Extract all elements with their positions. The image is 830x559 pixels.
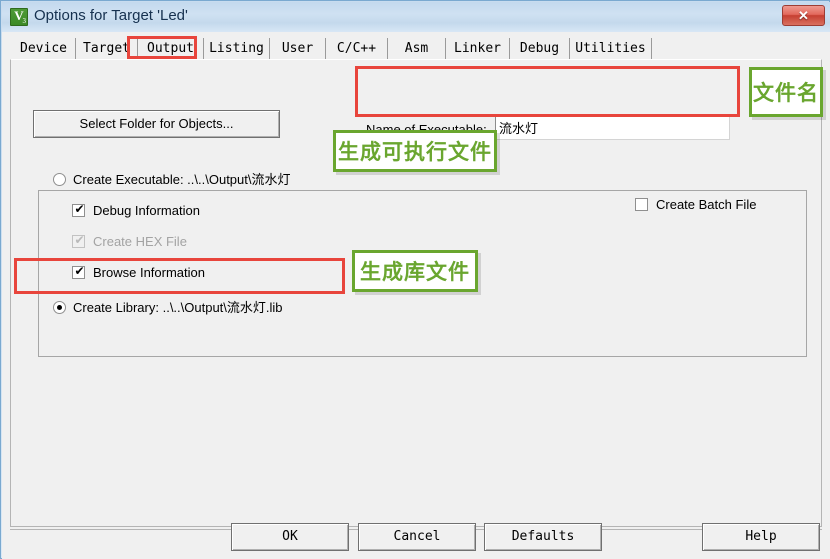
title-bar: V 3 Options for Target 'Led' ✕ <box>2 2 830 33</box>
checkmark-icon: ✔ <box>74 264 85 278</box>
ok-button[interactable]: OK <box>231 523 349 551</box>
browse-information-label: Browse Information <box>93 265 205 280</box>
select-folder-for-objects-button[interactable]: Select Folder for Objects... <box>33 110 280 138</box>
create-executable-radio[interactable] <box>53 173 66 186</box>
tab-output[interactable]: Output <box>138 38 204 60</box>
close-icon: ✕ <box>798 8 809 23</box>
tab-asm[interactable]: Asm <box>388 38 446 60</box>
tab-listing[interactable]: Listing <box>204 38 270 60</box>
screenshot-root: V 3 Options for Target 'Led' ✕ Device Ta… <box>0 0 830 559</box>
help-button[interactable]: Help <box>702 523 820 551</box>
keil-uvision-icon: V 3 <box>10 8 28 26</box>
create-library-radio[interactable] <box>53 301 66 314</box>
create-batch-file-checkbox[interactable] <box>635 198 648 211</box>
tab-device[interactable]: Device <box>12 38 76 60</box>
tab-strip: Device Target Output Listing User C/C++ … <box>12 38 822 61</box>
tab-linker[interactable]: Linker <box>446 38 510 60</box>
name-of-executable-label: Name of Executable: <box>366 122 487 137</box>
tab-debug[interactable]: Debug <box>510 38 570 60</box>
dialog-client: Device Target Output Listing User C/C++ … <box>2 32 830 559</box>
window-title: Options for Target 'Led' <box>34 7 188 24</box>
close-button[interactable]: ✕ <box>782 5 825 26</box>
create-hex-file-checkbox: ✔ <box>72 233 85 248</box>
name-of-executable-input[interactable] <box>495 115 730 140</box>
radio-dot-icon <box>57 305 62 310</box>
debug-information-checkbox[interactable]: ✔ <box>72 202 85 217</box>
create-batch-file-label: Create Batch File <box>656 197 757 212</box>
tab-c-cpp[interactable]: C/C++ <box>326 38 388 60</box>
dialog-window: V 3 Options for Target 'Led' ✕ Device Ta… <box>0 0 830 559</box>
tab-utilities[interactable]: Utilities <box>570 38 652 60</box>
create-hex-file-label: Create HEX File <box>93 234 187 249</box>
cancel-button[interactable]: Cancel <box>358 523 476 551</box>
output-tab-panel: Select Folder for Objects... Name of Exe… <box>10 59 822 527</box>
keil-logo-subglyph: 3 <box>22 17 27 25</box>
checkmark-icon: ✔ <box>74 202 85 216</box>
debug-information-label: Debug Information <box>93 203 200 218</box>
tab-target[interactable]: Target <box>76 38 138 60</box>
tab-user[interactable]: User <box>270 38 326 60</box>
browse-information-checkbox[interactable]: ✔ <box>72 264 85 279</box>
checkmark-icon: ✔ <box>74 233 85 247</box>
defaults-button[interactable]: Defaults <box>484 523 602 551</box>
create-executable-label: Create Executable: ..\..\Output\流水灯 <box>73 172 291 187</box>
create-library-label: Create Library: ..\..\Output\流水灯.lib <box>73 300 283 315</box>
